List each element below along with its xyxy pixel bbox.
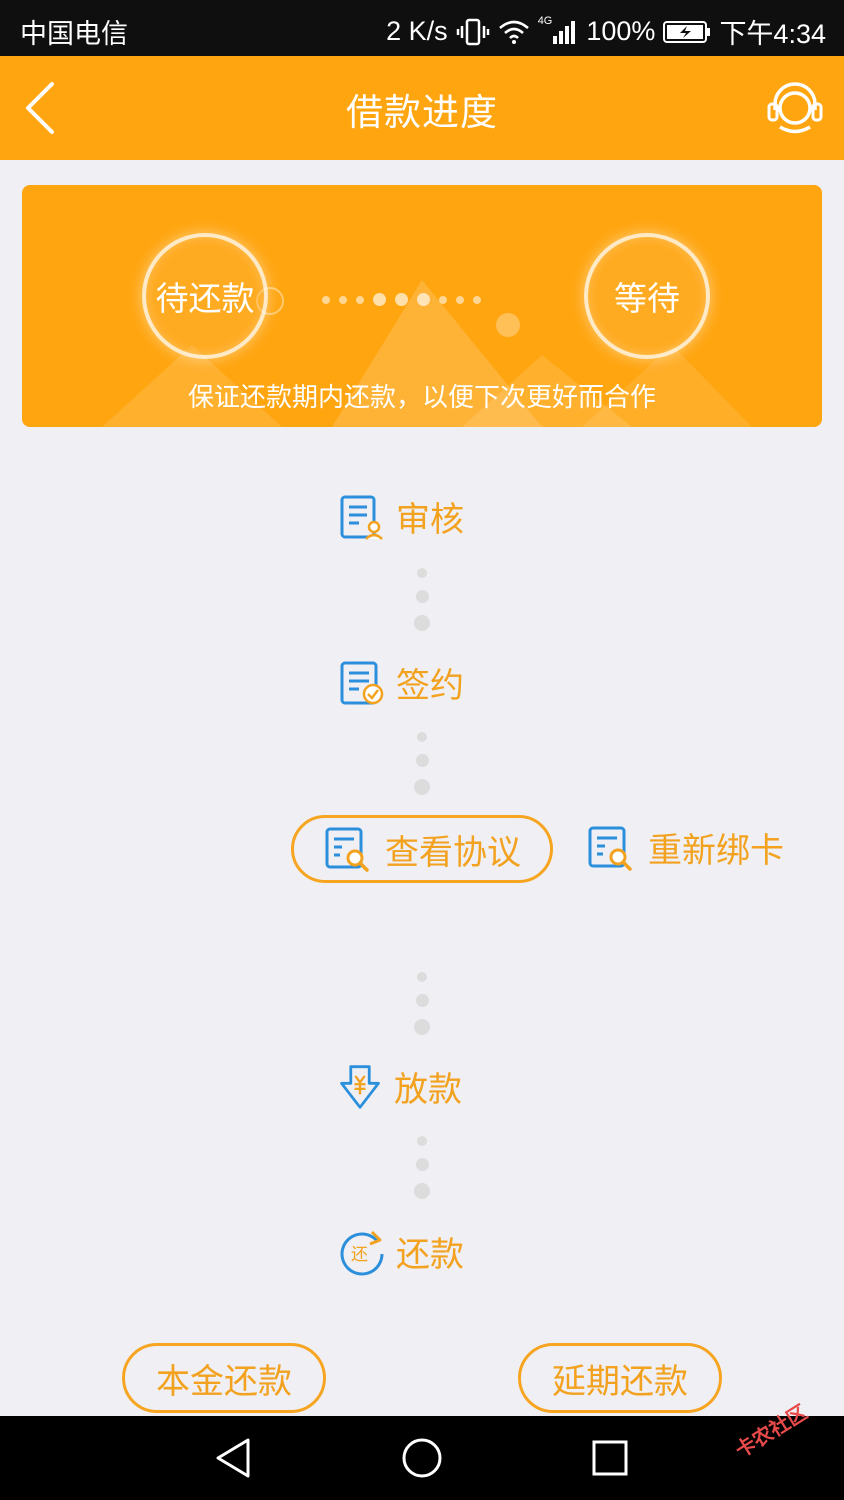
current-stage-circle: 待还款 — [142, 233, 268, 359]
network-type: 4G — [537, 14, 553, 27]
carrier-label: 中国电信 — [20, 19, 128, 49]
battery-charging-icon — [663, 20, 711, 43]
status-bar: 中国电信 2 K/s 4G 100% 下午4:34 — [0, 0, 844, 56]
connector-dots — [414, 1136, 430, 1199]
vibrate-icon — [456, 18, 489, 45]
step-disburse: 放款 — [336, 1062, 462, 1111]
page-title: 借款进度 — [346, 91, 498, 134]
connector-dots — [414, 568, 430, 631]
cellular-indicator: 4G — [538, 15, 579, 45]
principal-repay-label: 本金还款 — [156, 1361, 292, 1402]
step-sign-label: 签约 — [396, 666, 464, 706]
step-repay-label: 还款 — [396, 1235, 464, 1275]
rebind-card-button[interactable]: 重新绑卡 — [586, 823, 784, 872]
network-speed: 2 K/s — [386, 16, 448, 46]
svg-text:还: 还 — [351, 1245, 368, 1265]
title-bar: 借款进度 — [0, 56, 844, 160]
back-triangle-icon[interactable] — [210, 1434, 258, 1482]
progress-dots — [322, 293, 481, 306]
recents-square-icon[interactable] — [586, 1434, 634, 1482]
status-icons: 2 K/s 4G 100% 下午4:34 — [386, 12, 826, 51]
step-review-label: 审核 — [396, 500, 464, 540]
view-agreement-label: 查看协议 — [385, 832, 521, 873]
search-document-icon — [325, 827, 369, 872]
step-review: 审核 — [338, 492, 464, 541]
view-agreement-button[interactable]: 查看协议 — [291, 815, 553, 883]
battery-percent: 100% — [586, 16, 656, 46]
yuan-download-icon — [340, 1064, 380, 1109]
review-document-icon — [340, 495, 383, 540]
system-nav-bar — [0, 1416, 844, 1500]
banner-caption: 保证还款期内还款，以便下次更好而合作 — [187, 383, 656, 413]
clock: 下午4:34 — [719, 19, 826, 49]
principal-repay-button[interactable]: 本金还款 — [122, 1343, 326, 1413]
repay-cycle-icon: 还 — [340, 1230, 384, 1275]
extend-repay-label: 延期还款 — [552, 1361, 688, 1402]
step-repay: 还 还款 — [338, 1227, 464, 1276]
connector-dots — [414, 972, 430, 1035]
next-stage-circle: 等待 — [584, 233, 710, 359]
search-document-icon — [588, 826, 632, 871]
signed-document-icon — [340, 661, 384, 704]
loan-status-banner: 待还款 等待 保证还款期内还款，以便下次更好而合作 — [22, 185, 822, 427]
extend-repay-button[interactable]: 延期还款 — [518, 1343, 722, 1413]
connector-dots — [414, 732, 430, 795]
wifi-icon — [498, 20, 529, 44]
headset-icon[interactable] — [766, 76, 824, 138]
rebind-card-label: 重新绑卡 — [648, 831, 784, 871]
signal-icon — [553, 20, 576, 44]
step-sign: 签约 — [338, 658, 464, 707]
home-circle-icon[interactable] — [398, 1434, 446, 1482]
step-disburse-label: 放款 — [394, 1070, 462, 1110]
